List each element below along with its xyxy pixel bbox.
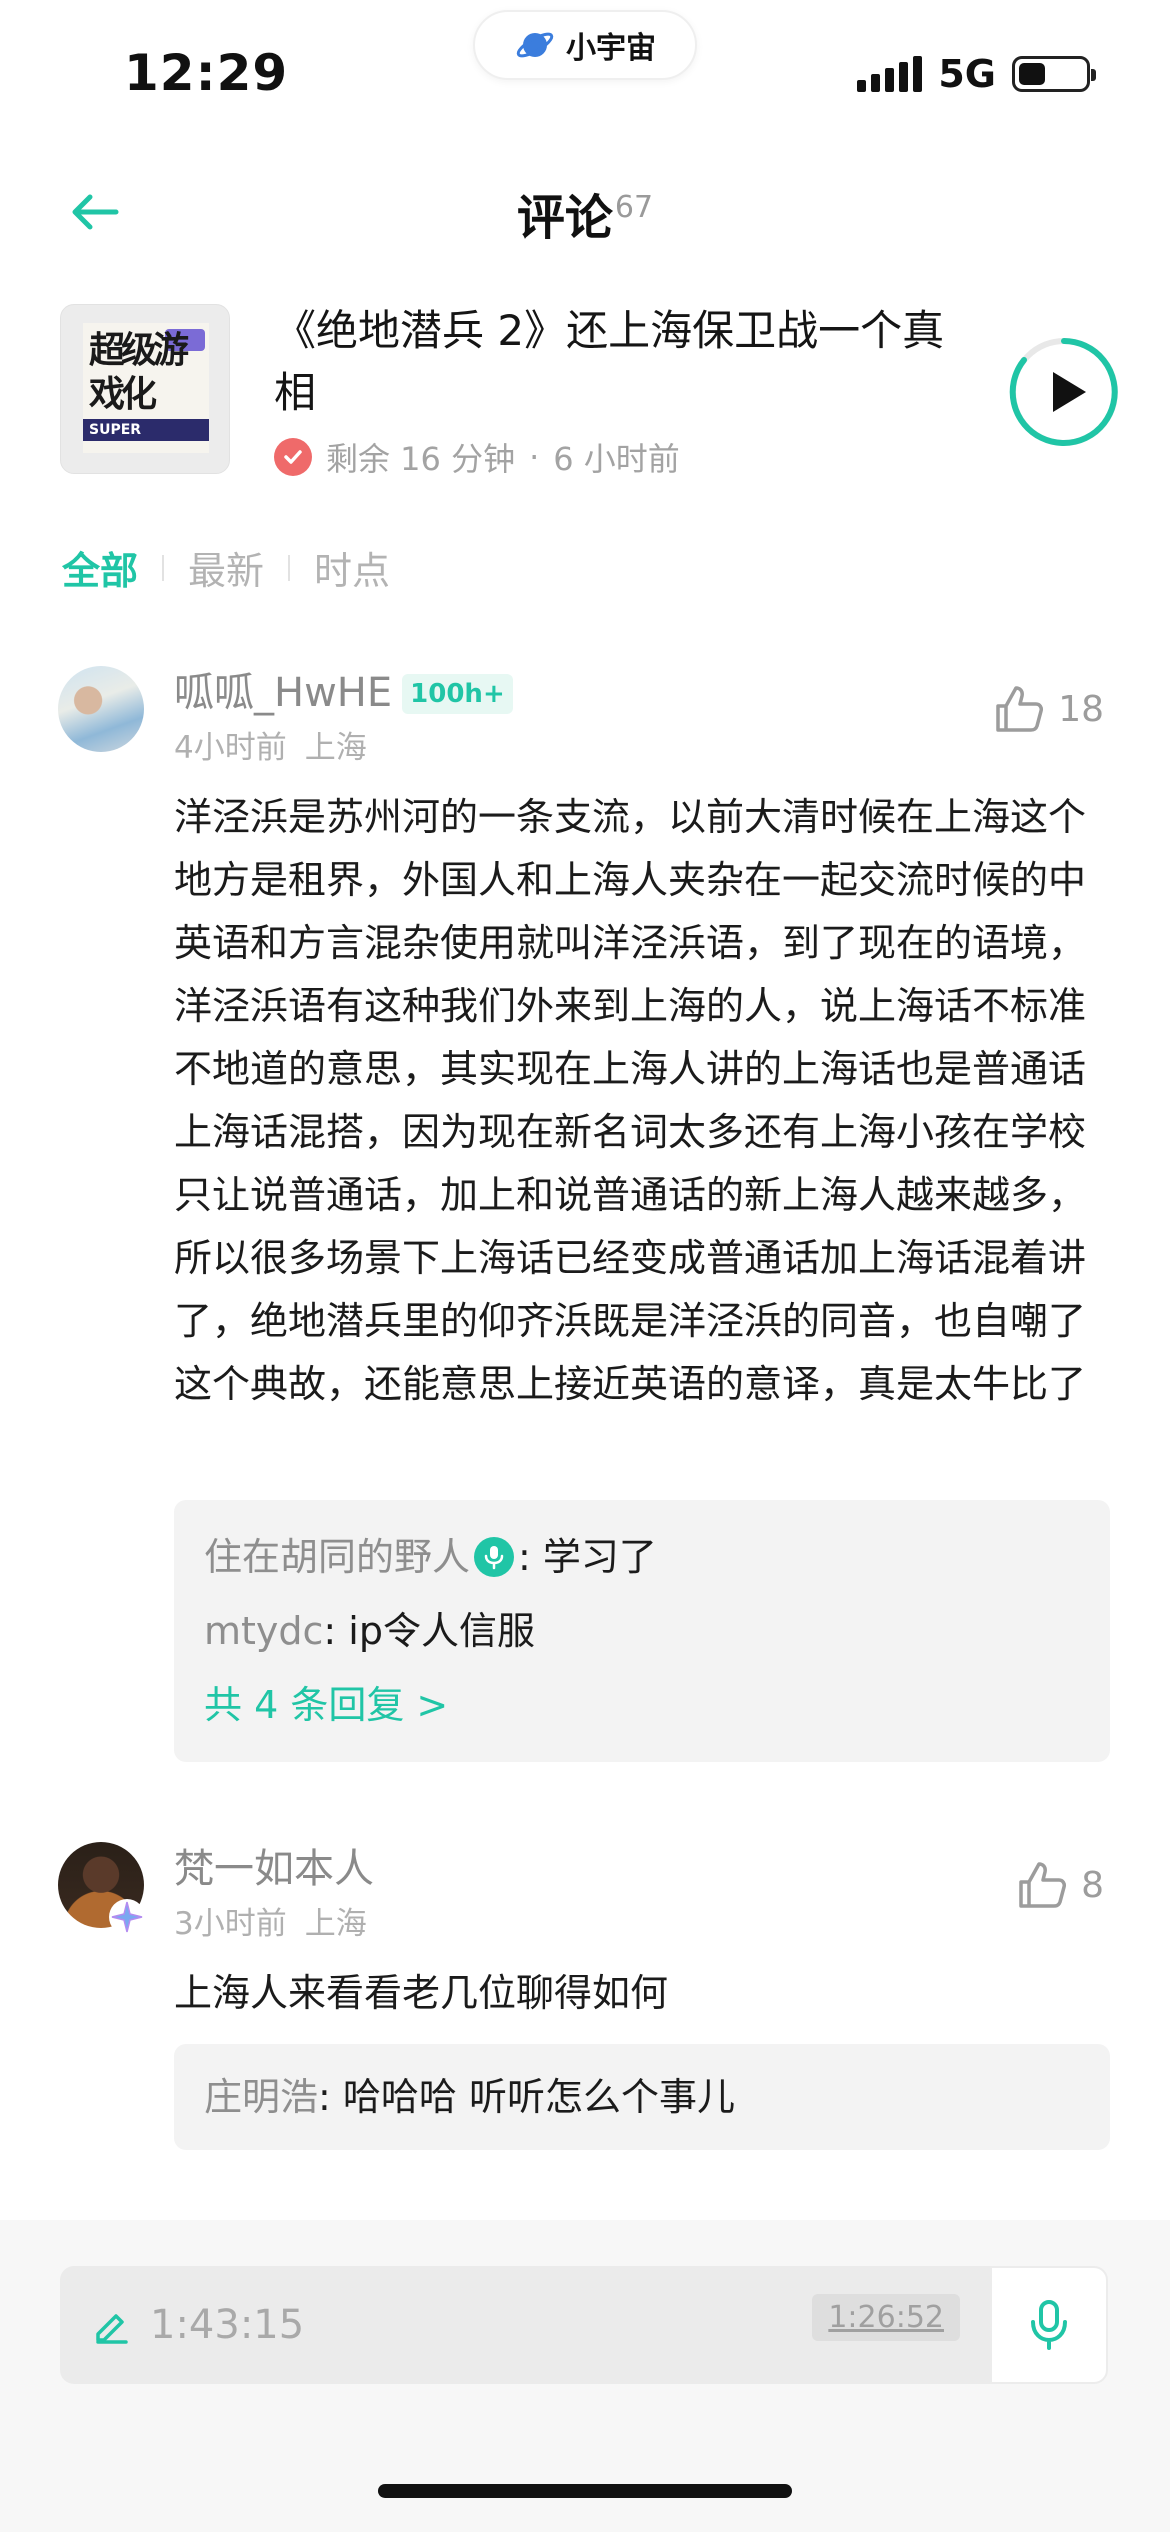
comment-time: 3小时前	[174, 1906, 287, 1942]
comment-time: 4小时前	[174, 730, 287, 766]
planet-icon	[516, 32, 554, 58]
reply-preview[interactable]: 庄明浩 : 哈哈哈 听听怎么个事儿	[174, 2044, 1110, 2150]
episode-remaining: 剩余 16 分钟	[326, 440, 516, 478]
cover-caption: SUPER	[83, 419, 209, 441]
like-button[interactable]: 8	[1015, 1858, 1104, 1912]
comment-text: 上海人来看看老几位聊得如何	[174, 1971, 669, 2015]
edit-pencil-icon	[96, 2314, 128, 2344]
episode-title: 《绝地潜兵 2》还上海保卫战一个真相	[274, 306, 945, 417]
avatar[interactable]	[58, 666, 144, 752]
view-all-replies-link[interactable]: 共 4 条回复 >	[204, 1668, 1080, 1742]
reply-item: 住在胡同的野人 : 学习了	[204, 1520, 1080, 1594]
current-position-chip[interactable]: 1:26:52	[812, 2294, 960, 2341]
tab-all[interactable]: 全部	[62, 540, 138, 595]
network-label: 5G	[938, 52, 996, 96]
reply-text: : ip令人信服	[323, 1609, 535, 1653]
battery-icon	[1012, 56, 1096, 92]
comment-text: 洋泾浜是苏州河的一条支流，以前大清时候在上海这个地方是租界，外国人和上海人夹杂在…	[174, 795, 1087, 1406]
battery-level	[1019, 63, 1045, 85]
status-bar: 12:29 小宇宙 5G	[0, 0, 1170, 150]
sparkle-badge-icon	[109, 1899, 145, 1935]
episode-cover: 超级游戏化 SUPER	[60, 304, 230, 474]
reply-preview[interactable]: 住在胡同的野人 : 学习了 mtydc : ip令人信服 共 4 条回复 >	[174, 1500, 1110, 1762]
comment-author-name: 呱呱_HwHE	[174, 670, 393, 716]
episode-meta: 剩余 16 分钟 · 6 小时前	[274, 434, 680, 480]
reply-text: : 学习了	[518, 1535, 657, 1579]
status-time: 12:29	[124, 44, 289, 102]
episode-published: 6 小时前	[553, 440, 680, 478]
reply-author: mtydc	[204, 1609, 324, 1653]
tab-divider	[162, 554, 165, 581]
app-indicator-pill[interactable]: 小宇宙	[473, 10, 697, 80]
reply-item: mtydc : ip令人信服	[204, 1594, 1080, 1668]
thumbs-up-icon	[1019, 1862, 1067, 1908]
thumbs-up-icon	[996, 686, 1044, 732]
meta-separator: ·	[529, 438, 540, 476]
comment-author[interactable]: 梵一如本人	[174, 1836, 374, 1894]
comment-timestamp: 1:43:15	[150, 2302, 305, 2348]
voice-comment-button[interactable]	[990, 2266, 1108, 2384]
play-button[interactable]	[1008, 336, 1120, 448]
signal-icon	[857, 56, 923, 92]
reply-author: 庄明浩	[204, 2075, 319, 2119]
reply-text: : 哈哈哈 听听怎么个事儿	[318, 2075, 735, 2119]
comment-input[interactable]: 1:43:15 1:26:52	[60, 2266, 990, 2384]
like-button[interactable]: 18	[992, 682, 1104, 736]
page-title: 评论67	[0, 178, 1170, 248]
comments-screen: 12:29 小宇宙 5G 评论67 超级游戏化 SUPER 《绝地潜兵 2》还上…	[0, 0, 1170, 2532]
comment-tabs: 全部 最新 时点	[62, 540, 390, 595]
like-count: 18	[1058, 688, 1104, 730]
microphone-icon	[1031, 2300, 1067, 2350]
like-count: 8	[1081, 1864, 1104, 1906]
comment-author[interactable]: 呱呱_HwHE 100h+	[174, 660, 513, 718]
voice-badge-icon	[474, 1537, 515, 1577]
cover-title: 超级游戏化	[89, 330, 189, 415]
comment-count: 67	[614, 190, 654, 225]
home-indicator[interactable]	[378, 2484, 792, 2498]
episode-card[interactable]: 超级游戏化 SUPER 《绝地潜兵 2》还上海保卫战一个真相 剩余 16 分钟 …	[60, 300, 1120, 480]
comment-meta: 3小时前 上海	[174, 1898, 367, 1943]
comment-location: 上海	[304, 730, 367, 766]
play-icon	[1009, 338, 1118, 446]
header: 评论67	[0, 160, 1170, 260]
reply-item: 庄明浩 : 哈哈哈 听听怎么个事儿	[204, 2060, 1080, 2134]
reply-author: 住在胡同的野人	[204, 1535, 471, 1579]
status-indicators: 5G	[857, 52, 1096, 96]
page-title-text: 评论	[516, 190, 613, 246]
comment-location: 上海	[304, 1906, 367, 1942]
tab-latest[interactable]: 最新	[188, 540, 264, 595]
listening-level-badge: 100h+	[402, 674, 513, 714]
tab-divider	[288, 554, 291, 581]
checkmark-icon	[274, 438, 312, 476]
comment-meta: 4小时前 上海	[174, 722, 367, 767]
app-name: 小宇宙	[566, 31, 656, 66]
tab-timestamps[interactable]: 时点	[314, 540, 390, 595]
